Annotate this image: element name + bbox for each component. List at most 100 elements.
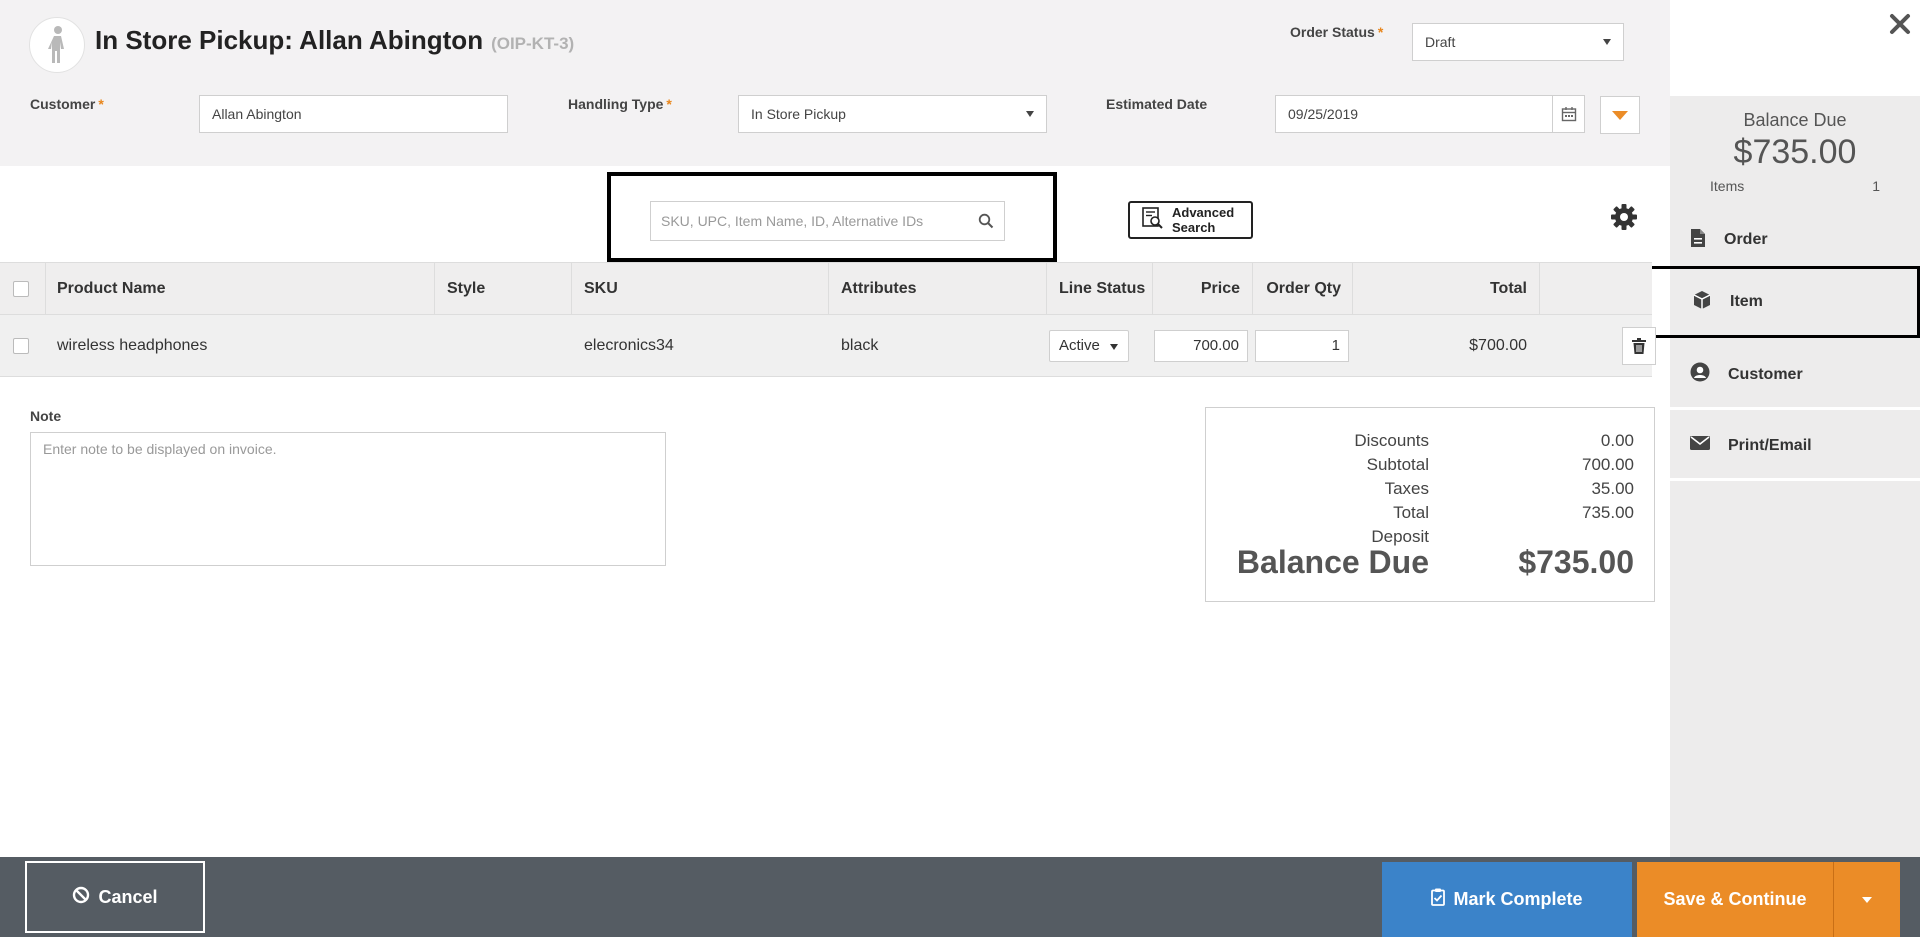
estimated-date-label: Estimated Date [1106,96,1207,112]
chevron-down-icon [1603,39,1611,45]
sidebar-item-label: Print/Email [1728,436,1812,454]
handling-type-select[interactable]: In Store Pickup [738,95,1047,133]
required-mark: * [1377,24,1384,40]
column-header-total[interactable]: Total [1365,263,1527,314]
sidebar-item-print-email[interactable]: Print/Email [1670,413,1920,481]
caret-down-icon [1862,896,1872,903]
search-placeholder: SKU, UPC, Item Name, ID, Alternative IDs [661,213,924,229]
pedestrian-icon [29,17,85,73]
advanced-search-line1: Advanced [1172,205,1235,220]
sidebar-item-label: Item [1730,293,1763,310]
chevron-down-icon [1026,111,1034,117]
estimated-date-value: 09/25/2019 [1288,106,1359,122]
order-status-value: Draft [1425,34,1456,50]
search-input[interactable]: SKU, UPC, Item Name, ID, Alternative IDs [650,201,1005,241]
attributes-cell: black [841,336,879,354]
required-mark: * [98,96,104,112]
save-continue-button[interactable]: Save & Continue [1637,862,1834,937]
balance-card: Balance Due $735.00 Items 1 [1670,96,1920,194]
column-header-style[interactable]: Style [447,263,485,314]
handling-type-value: In Store Pickup [751,106,846,122]
column-header-attributes[interactable]: Attributes [841,263,917,314]
taxes-label: Taxes [1384,479,1429,498]
customer-field[interactable]: Allan Abington [199,95,508,133]
sidebar-item-item[interactable]: Item [1648,266,1920,338]
order-code: (OIP-KT-3) [491,34,575,53]
subtotal-label: Subtotal [1366,455,1429,474]
sidebar-item-label: Order [1724,231,1768,248]
caret-down-icon [1612,110,1628,120]
gear-icon[interactable] [1609,202,1639,232]
total-label: Total [1393,503,1429,522]
line-status-value: Active [1059,337,1100,354]
search-icon[interactable] [978,213,994,232]
line-status-select[interactable]: Active [1049,329,1129,362]
estimated-date-label-text: Estimated Date [1106,96,1208,112]
total-value: 735.00 [1582,503,1634,522]
discounts-label: Discounts [1354,431,1429,450]
advanced-search-button[interactable]: Advanced Search [1128,201,1253,239]
mark-complete-button[interactable]: Mark Complete [1382,862,1632,937]
subtotal-value: 700.00 [1582,455,1634,474]
ban-icon [72,886,90,909]
cancel-button[interactable]: Cancel [25,861,205,933]
delete-line-button[interactable] [1622,327,1656,365]
order-qty-input[interactable]: 1 [1255,329,1349,362]
save-options-dropdown[interactable] [1834,862,1900,937]
advanced-search-label: Advanced Search [1172,205,1234,235]
column-header-product-name[interactable]: Product Name [57,263,165,314]
sidebar-item-order[interactable]: Order [1670,206,1920,274]
advanced-search-icon [1142,206,1164,234]
order-lines-table: Product Name Style SKU Attributes Line S… [0,262,1656,377]
price-input[interactable]: 700.00 [1154,329,1248,362]
qty-cell: 1 [1255,315,1349,376]
summary-sidebar: Balance Due $735.00 Items 1 Order Item C… [1648,96,1920,857]
sidebar-item-customer[interactable]: Customer [1670,342,1920,410]
required-mark: * [666,96,672,112]
order-header: In Store Pickup: Allan Abington (OIP-KT-… [0,0,1670,166]
items-count: 1 [1872,178,1880,194]
user-icon [1690,362,1710,387]
row-checkbox[interactable] [13,315,29,376]
taxes-value: 35.00 [1591,479,1634,498]
order-status-label-text: Order Status [1290,24,1375,40]
note-textarea[interactable]: Enter note to be displayed on invoice. [30,432,666,566]
calendar-icon[interactable] [1552,96,1584,132]
document-icon [1690,228,1706,253]
advanced-search-line2: Search [1172,220,1216,235]
handling-type-label-text: Handling Type [568,96,664,112]
title-row: In Store Pickup: Allan Abington (OIP-KT-… [95,25,574,56]
close-icon[interactable] [1886,10,1914,38]
column-header-order-qty[interactable]: Order Qty [1265,263,1341,314]
trash-icon [1632,338,1646,354]
customer-value: Allan Abington [212,106,302,122]
order-status-label: Order Status * [1290,24,1383,40]
action-footer: Cancel Mark Complete Save & Continue [0,857,1920,937]
discounts-value: 0.00 [1600,431,1634,450]
items-label: Items [1710,178,1745,194]
chevron-down-icon [1110,343,1118,350]
product-name-cell: wireless headphones [57,336,208,354]
customer-label-text: Customer [30,96,96,112]
balance-due-label: Balance Due [1236,544,1429,580]
column-header-price[interactable]: Price [1165,263,1240,314]
save-continue-label: Save & Continue [1663,889,1807,909]
estimated-date-field[interactable]: 09/25/2019 [1275,95,1585,133]
mark-complete-label: Mark Complete [1453,889,1583,909]
customer-label: Customer * [30,96,104,112]
column-header-line-status[interactable]: Line Status [1059,263,1145,314]
note-label: Note [30,408,62,424]
box-icon [1692,290,1712,315]
sku-cell: elecronics34 [584,336,674,354]
table-row[interactable]: wireless headphones elecronics34 black A… [0,315,1656,377]
price-cell: 700.00 [1154,315,1248,376]
order-status-select[interactable]: Draft [1412,23,1624,61]
column-header-sku[interactable]: SKU [584,263,618,314]
select-all-checkbox[interactable] [13,263,29,314]
line-total-cell: $700.00 [1469,336,1527,354]
table-header: Product Name Style SKU Attributes Line S… [0,262,1652,315]
expand-header-button[interactable] [1600,96,1640,134]
sidebar-balance-label: Balance Due [1743,110,1847,130]
cancel-label: Cancel [98,886,158,907]
line-status-cell: Active [1049,315,1129,376]
